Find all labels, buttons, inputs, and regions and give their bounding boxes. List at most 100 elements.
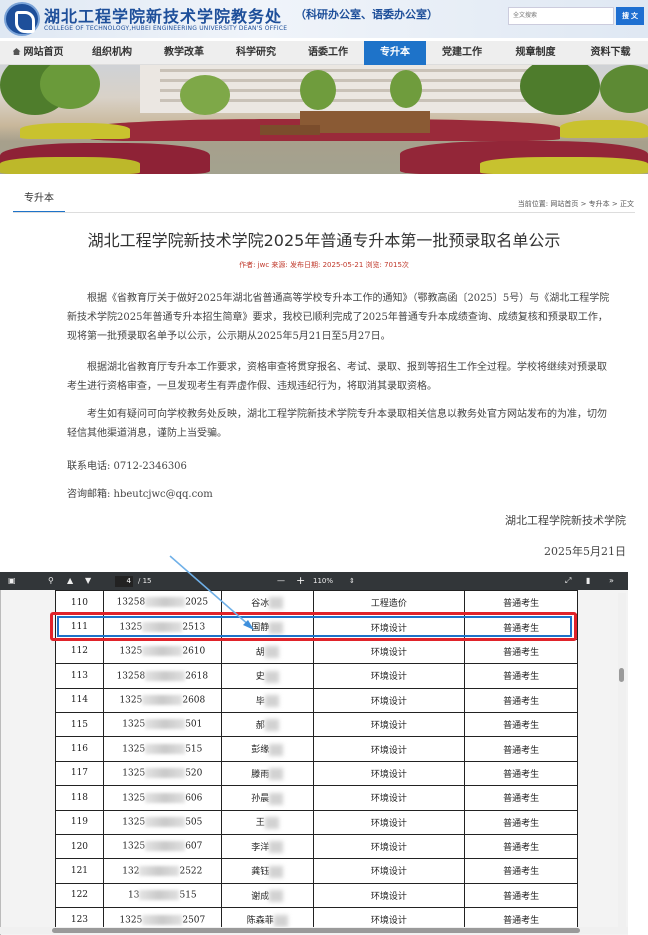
- search-input[interactable]: [508, 7, 614, 25]
- article-title: 湖北工程学院新技术学院2025年普通专升本第一批预录取名单公示: [87, 231, 561, 250]
- major: 环境设计: [312, 809, 466, 835]
- site-header: 湖北工程学院新技术学院教务处 （科研办公室、语委办公室） COLLEGE OF …: [0, 0, 648, 38]
- sidebar-toggle-icon[interactable]: ▣: [8, 572, 16, 590]
- contact-phone: 联系电话: 0712-2346306: [67, 461, 187, 472]
- article-paragraph-2: 根据湖北省教育厅专升本工作要求，资格审查将贯穿报名、考试、录取、报到等招生工作全…: [67, 362, 607, 392]
- table-row: 113 13258 2618 史环境设计 普通考生: [55, 663, 578, 689]
- fullscreen-icon[interactable]: ⤢: [565, 572, 571, 590]
- admission-table: 110 13258 2025 谷冰 工程造价 普通考生 111 1325 2513 国静 环境设计普…: [55, 590, 578, 930]
- candidate-type: 普通考生: [464, 882, 578, 909]
- candidate-type: 普通考生: [464, 833, 578, 860]
- row-number: 122: [55, 882, 104, 909]
- table-row: 117 1325 520 滕雨 环境设计 普通考生: [55, 760, 578, 787]
- zoom-out-button[interactable]: —: [277, 572, 285, 590]
- major: 环境设计: [312, 687, 466, 713]
- candidate-id: 1325 520: [102, 760, 222, 787]
- candidate-type: 普通考生: [464, 663, 578, 689]
- major: 环境设计: [312, 663, 466, 689]
- nav-item-research[interactable]: 科学研究: [220, 41, 292, 65]
- nav-item-regulations[interactable]: 规章制度: [498, 41, 573, 65]
- candidate-type: 普通考生: [464, 858, 578, 884]
- major: 环境设计: [312, 858, 466, 884]
- pdf-vertical-scroll-thumb[interactable]: [619, 668, 624, 682]
- candidate-id: 13258 2618: [102, 663, 222, 689]
- table-row: 115 1325 501 郝环境设计 普通考生: [55, 711, 578, 738]
- candidate-id: 1325 606: [102, 785, 222, 811]
- candidate-name: 滕雨: [220, 760, 314, 787]
- major: 环境设计: [312, 711, 466, 738]
- site-title-en: COLLEGE OF TECHNOLOGY,HUBEI ENGINEERING …: [44, 25, 288, 32]
- nav-item-organization[interactable]: 组织机构: [76, 41, 148, 65]
- candidate-name: 谢成: [220, 882, 314, 909]
- candidate-id: 13 515: [102, 882, 222, 909]
- row-number: 119: [55, 809, 104, 835]
- row-number: 114: [55, 687, 104, 713]
- row-number: 116: [55, 736, 104, 762]
- table-row: 120 1325 607 李洋 环境设计 普通考生: [55, 833, 578, 860]
- campus-banner-image: [0, 65, 648, 174]
- nav-item-teaching-reform[interactable]: 教学改革: [148, 41, 220, 65]
- selected-row-outline: [57, 616, 572, 637]
- page-total: / 15: [138, 577, 152, 585]
- site-subtitle: （科研办公室、语委办公室）: [295, 8, 438, 21]
- more-tools-icon[interactable]: »: [609, 572, 614, 590]
- candidate-id: 1325 505: [102, 809, 222, 835]
- contact-email[interactable]: 咨询邮箱: hbeutcjwc@qq.com: [67, 485, 213, 500]
- signature-org: 湖北工程学院新技术学院: [505, 514, 626, 527]
- candidate-type: 普通考生: [464, 736, 578, 762]
- table-row: 121 132 2522 龚钰 环境设计 普通考生: [55, 858, 578, 884]
- table-row: 116 1325 515 彭缘 环境设计 普通考生: [55, 736, 578, 762]
- major: 环境设计: [312, 736, 466, 762]
- candidate-type: 普通考生: [464, 809, 578, 835]
- pdf-horizontal-scroll-thumb[interactable]: [52, 928, 580, 933]
- nav-item-downloads[interactable]: 资料下载: [573, 41, 648, 65]
- page-number-input[interactable]: 4: [115, 576, 133, 587]
- candidate-type: 普通考生: [464, 785, 578, 811]
- candidate-type: 普通考生: [464, 687, 578, 713]
- pdf-toolbar: ▣ ⚲ ▲ ▼ 4 / 15 — + 110% ⇕ ⤢ ▮ »: [0, 572, 628, 590]
- bookmark-icon[interactable]: ▮: [586, 572, 590, 590]
- breadcrumb: 当前位置: 网站首页 > 专升本 > 正文: [517, 200, 634, 208]
- candidate-name: 彭缘: [220, 736, 314, 762]
- candidate-name: 龚钰: [220, 858, 314, 884]
- search-button[interactable]: 搜 文: [616, 7, 644, 25]
- candidate-id: 132 2522: [102, 858, 222, 884]
- major: 环境设计: [312, 882, 466, 909]
- candidate-name: 毕: [220, 687, 314, 713]
- candidate-name: 李洋: [220, 833, 314, 860]
- school-logo-icon: [4, 2, 40, 36]
- nav-item-home[interactable]: 网站首页: [0, 41, 76, 65]
- candidate-id: 1325 515: [102, 736, 222, 762]
- major: 环境设计: [312, 638, 466, 665]
- major: 环境设计: [312, 833, 466, 860]
- row-number: 118: [55, 785, 104, 811]
- article-paragraph-1: 根据《省教育厅关于做好2025年湖北省普通高等学校专升本工作的通知》（鄂教高函〔…: [67, 293, 610, 342]
- home-icon: [12, 48, 21, 55]
- candidate-name: 孙晨: [220, 785, 314, 811]
- pdf-page: 110 13258 2025 谷冰 工程造价 普通考生 111 1325 2513 国静 环境设计普…: [55, 590, 578, 930]
- next-page-icon[interactable]: ▼: [85, 572, 91, 590]
- article-meta: 作者: jwc 来源: 发布日期: 2025-05-21 浏览: 7015次: [239, 261, 409, 269]
- nav-item-party[interactable]: 党建工作: [426, 41, 498, 65]
- zoom-dropdown-icon[interactable]: ⇕: [349, 572, 355, 590]
- candidate-name: 王: [220, 809, 314, 835]
- section-divider: [13, 212, 635, 213]
- candidate-id: 1325 2610: [102, 638, 222, 665]
- major: 环境设计: [312, 785, 466, 811]
- nav-item-upgrade[interactable]: 专升本: [364, 41, 426, 65]
- main-nav: 网站首页 组织机构 教学改革 科学研究 语委工作 专升本 党建工作 规章制度 资…: [0, 41, 648, 65]
- row-number: 115: [55, 711, 104, 738]
- zoom-level[interactable]: 110%: [313, 572, 333, 590]
- candidate-type: 普通考生: [464, 638, 578, 665]
- table-row: 118 1325 606 孙晨 环境设计 普通考生: [55, 785, 578, 811]
- signature-date: 2025年5月21日: [544, 545, 626, 558]
- pdf-vertical-scrollbar[interactable]: [618, 593, 626, 928]
- search-icon[interactable]: ⚲: [48, 572, 54, 590]
- row-number: 117: [55, 760, 104, 787]
- zoom-in-button[interactable]: +: [296, 572, 305, 590]
- nav-item-language[interactable]: 语委工作: [292, 41, 364, 65]
- table-row: 114 1325 2608 毕环境设计 普通考生: [55, 687, 578, 713]
- section-tab[interactable]: 专升本: [13, 189, 65, 213]
- row-number: 112: [55, 638, 104, 665]
- prev-page-icon[interactable]: ▲: [67, 572, 73, 590]
